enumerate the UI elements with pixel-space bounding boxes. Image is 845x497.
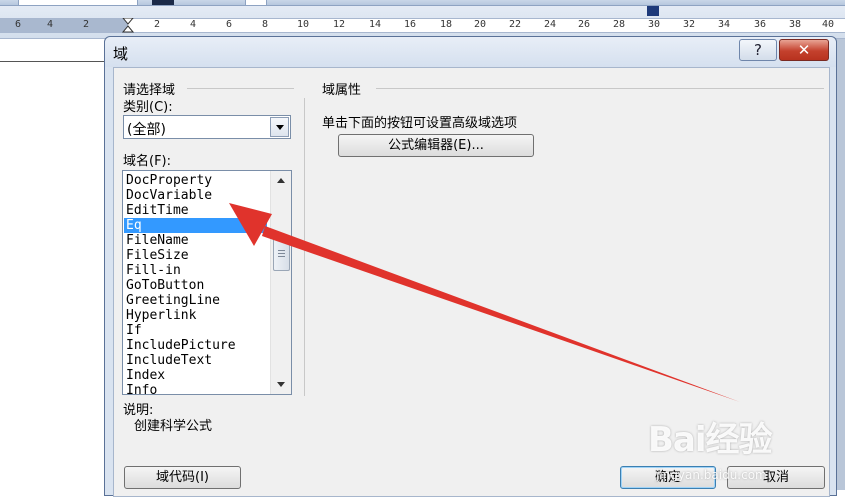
ruler-tick-label: 20 bbox=[474, 19, 487, 30]
ruler-tick-label: 34 bbox=[718, 19, 731, 30]
ruler-tick-label: 4 bbox=[190, 19, 197, 30]
ruler-tick-label: 14 bbox=[369, 19, 382, 30]
category-label: 类别(C): bbox=[123, 100, 173, 115]
ruler-tick-label: 12 bbox=[333, 19, 346, 30]
list-item[interactable]: IncludeText bbox=[124, 353, 267, 368]
document-page bbox=[0, 39, 104, 490]
ruler-tick-label: 6 bbox=[226, 19, 233, 30]
ruler-tick-label: 6 bbox=[15, 19, 22, 30]
dialog-title: 域 bbox=[113, 45, 129, 63]
font-color-swatch[interactable] bbox=[152, 0, 174, 5]
ruler-tick-label: 30 bbox=[648, 19, 661, 30]
list-item[interactable]: DocVariable bbox=[124, 188, 267, 203]
field-properties-heading: 域属性 bbox=[322, 83, 362, 98]
dialog-title-bar[interactable]: 域 ? ✕ bbox=[105, 37, 836, 67]
list-item[interactable]: Index bbox=[124, 368, 267, 383]
close-button[interactable]: ✕ bbox=[779, 39, 829, 61]
advanced-hint: 单击下面的按钮可设置高级域选项 bbox=[322, 116, 518, 131]
chevron-down-icon[interactable] bbox=[270, 117, 289, 137]
list-item[interactable]: EditTime bbox=[124, 203, 267, 218]
list-item[interactable]: If bbox=[124, 323, 267, 338]
scroll-down-icon[interactable] bbox=[277, 382, 285, 387]
list-item[interactable]: IncludePicture bbox=[124, 338, 267, 353]
indent-marker-icon[interactable] bbox=[122, 18, 134, 33]
list-item[interactable]: Info bbox=[124, 383, 267, 394]
field-names-label: 域名(F): bbox=[123, 154, 172, 169]
scroll-up-icon[interactable] bbox=[277, 178, 285, 183]
ruler-tick-label: 16 bbox=[404, 19, 417, 30]
ruler-tick-label: 2 bbox=[83, 19, 90, 30]
ruler-tick-label: 36 bbox=[754, 19, 767, 30]
list-item[interactable]: FileSize bbox=[124, 248, 267, 263]
panel-separator bbox=[304, 98, 305, 396]
ruler-tick-label: 32 bbox=[683, 19, 696, 30]
ruler-tick-label: 28 bbox=[613, 19, 626, 30]
category-select-value: (全部) bbox=[127, 122, 166, 138]
ruler-tick-label: 24 bbox=[544, 19, 557, 30]
list-item[interactable]: DocProperty bbox=[124, 173, 267, 188]
list-item[interactable]: Fill-in bbox=[124, 263, 267, 278]
list-item[interactable]: GreetingLine bbox=[124, 293, 267, 308]
horizontal-ruler[interactable]: 6 4 2 2 4 6 8 10 12 14 16 18 20 22 24 26 28 30 32 34 36 38 40 bbox=[0, 6, 845, 39]
ruler-tick-label: 22 bbox=[509, 19, 522, 30]
ruler-tick-label: 8 bbox=[262, 19, 269, 30]
list-item[interactable]: Hyperlink bbox=[124, 308, 267, 323]
list-scrollbar[interactable] bbox=[270, 171, 291, 394]
watermark-logo: Bai经验 bbox=[648, 420, 773, 460]
description-text: 创建科学公式 bbox=[134, 419, 213, 434]
ruler-tick-label: 2 bbox=[154, 19, 161, 30]
ruler-tick-label: 10 bbox=[297, 19, 310, 30]
group-divider bbox=[187, 88, 294, 89]
list-item[interactable]: GoToButton bbox=[124, 278, 267, 293]
chevron-down-icon[interactable] bbox=[647, 6, 659, 16]
field-codes-button[interactable]: 域代码(I) bbox=[124, 466, 241, 489]
baidu-watermark: Bai经验 jingyan.baidu.com bbox=[648, 398, 838, 490]
group-divider bbox=[376, 88, 824, 89]
ruler-tick-label: 26 bbox=[578, 19, 591, 30]
category-select[interactable]: (全部) bbox=[123, 115, 291, 139]
help-button[interactable]: ? bbox=[739, 39, 777, 61]
field-names-items: DocProperty DocVariable EditTime Eq FileName… bbox=[124, 173, 267, 394]
ruler-tick-label: 38 bbox=[789, 19, 802, 30]
list-item[interactable]: FileName bbox=[124, 233, 267, 248]
field-names-list[interactable]: DocProperty DocVariable EditTime Eq FileName… bbox=[122, 170, 292, 395]
formula-editor-button[interactable]: 公式编辑器(E)... bbox=[338, 134, 534, 157]
scrollbar-thumb[interactable] bbox=[273, 237, 290, 271]
ruler-tick-label: 40 bbox=[822, 19, 835, 30]
list-item-selected[interactable]: Eq bbox=[124, 218, 267, 233]
ruler-tick-label: 4 bbox=[47, 19, 54, 30]
ruler-tick-label: 18 bbox=[440, 19, 453, 30]
watermark-url: jingyan.baidu.com bbox=[656, 468, 767, 482]
